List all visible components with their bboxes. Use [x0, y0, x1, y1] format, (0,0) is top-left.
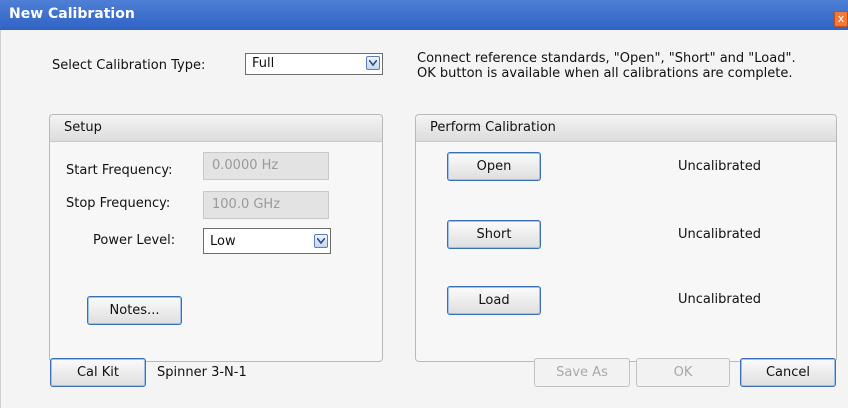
cal-type-label: Select Calibration Type: — [52, 58, 206, 73]
power-level-value: Low — [210, 234, 236, 249]
power-level-label: Power Level: — [93, 233, 176, 248]
short-button[interactable]: Short — [447, 220, 541, 249]
ok-button[interactable]: OK — [636, 358, 730, 387]
start-frequency-label: Start Frequency: — [66, 163, 173, 178]
load-status: Uncalibrated — [678, 292, 762, 307]
cal-kit-name: Spinner 3-N-1 — [157, 365, 247, 380]
notes-button-label: Notes... — [109, 303, 160, 318]
close-icon: x — [837, 12, 845, 25]
short-button-label: Short — [476, 227, 512, 242]
ok-button-label: OK — [673, 365, 693, 380]
cancel-button[interactable]: Cancel — [740, 358, 836, 387]
instructions-line-1: Connect reference standards, "Open", "Sh… — [417, 51, 796, 66]
dialog-body: Select Calibration Type: Full Connect re… — [0, 30, 848, 408]
stop-frequency-label: Stop Frequency: — [66, 196, 171, 211]
chevron-down-icon[interactable] — [366, 56, 380, 70]
open-button[interactable]: Open — [447, 152, 541, 181]
start-frequency-field[interactable]: 0.0000 Hz — [203, 152, 329, 180]
cal-kit-button[interactable]: Cal Kit — [50, 358, 146, 387]
short-status: Uncalibrated — [678, 227, 762, 242]
window-title: New Calibration — [9, 6, 135, 22]
open-button-label: Open — [476, 159, 512, 174]
save-as-button-label: Save As — [556, 365, 608, 380]
load-button[interactable]: Load — [447, 286, 541, 315]
cal-type-value: Full — [252, 56, 275, 71]
save-as-button[interactable]: Save As — [534, 358, 630, 387]
perform-calibration-header: Perform Calibration — [416, 115, 836, 142]
cal-type-select[interactable]: Full — [245, 53, 383, 75]
stop-frequency-field[interactable]: 100.0 GHz — [203, 191, 329, 219]
stop-frequency-value: 100.0 GHz — [212, 197, 281, 212]
open-status: Uncalibrated — [678, 159, 762, 174]
start-frequency-value: 0.0000 Hz — [212, 158, 279, 173]
close-button[interactable]: x — [834, 11, 848, 27]
instructions: Connect reference standards, "Open", "Sh… — [417, 51, 796, 81]
title-bar: New Calibration x — [0, 0, 848, 30]
notes-button[interactable]: Notes... — [87, 296, 182, 325]
perform-calibration-title: Perform Calibration — [430, 120, 556, 135]
setup-header: Setup — [50, 115, 382, 142]
cancel-button-label: Cancel — [765, 365, 811, 380]
setup-title: Setup — [64, 120, 102, 135]
power-level-select[interactable]: Low — [203, 228, 331, 254]
load-button-label: Load — [478, 293, 510, 308]
chevron-down-icon[interactable] — [314, 234, 328, 248]
instructions-line-2: OK button is available when all calibrat… — [417, 66, 793, 81]
cal-kit-button-label: Cal Kit — [76, 365, 120, 380]
